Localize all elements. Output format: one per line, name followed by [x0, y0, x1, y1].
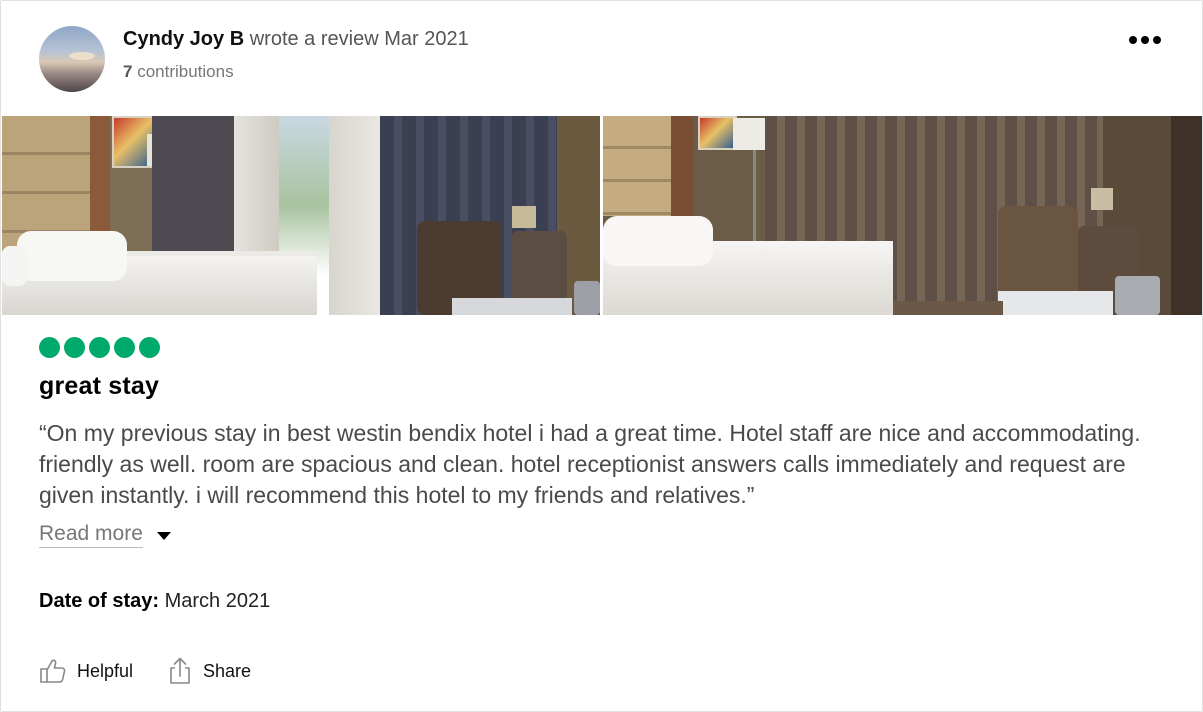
rating-bubble: [139, 337, 160, 358]
date-of-stay-label: Date of stay:: [39, 590, 160, 612]
rating-bubble: [39, 337, 60, 358]
review-text: “On my previous stay in best westin bend…: [39, 420, 1141, 508]
thumbs-up-icon: [40, 659, 66, 683]
date-of-stay-value: March 2021: [164, 590, 271, 612]
avatar[interactable]: [39, 26, 105, 92]
contributions-count: 7: [123, 62, 133, 81]
contributions: 7 contributions: [123, 62, 234, 82]
review-actions: Helpful Share: [39, 657, 251, 685]
share-icon: [170, 657, 190, 684]
date-of-stay: Date of stay: March 2021: [39, 590, 270, 613]
share-label: Share: [203, 660, 252, 681]
review-photo[interactable]: [2, 116, 600, 315]
helpful-button[interactable]: Helpful: [39, 657, 133, 685]
more-options-icon[interactable]: [1125, 27, 1165, 53]
read-more-label: Read more: [39, 522, 143, 548]
rating-bubbles: [39, 337, 160, 358]
reviewer-line: Cyndy Joy B wrote a review Mar 2021: [123, 28, 469, 51]
rating-bubble: [89, 337, 110, 358]
rating-bubble: [64, 337, 85, 358]
review-photo[interactable]: [603, 116, 1202, 315]
review-meta: wrote a review Mar 2021: [249, 28, 469, 50]
contributions-label: contributions: [137, 62, 234, 81]
helpful-label: Helpful: [77, 660, 134, 681]
review-photos: [2, 116, 1202, 315]
reviewer-name[interactable]: Cyndy Joy B: [123, 28, 244, 50]
review-title[interactable]: great stay: [39, 372, 159, 401]
share-button[interactable]: Share: [167, 657, 251, 685]
caret-down-icon: [156, 532, 171, 540]
review-card: Cyndy Joy B wrote a review Mar 2021 7 co…: [0, 0, 1203, 712]
read-more-button[interactable]: Read more: [39, 522, 171, 548]
rating-bubble: [114, 337, 135, 358]
